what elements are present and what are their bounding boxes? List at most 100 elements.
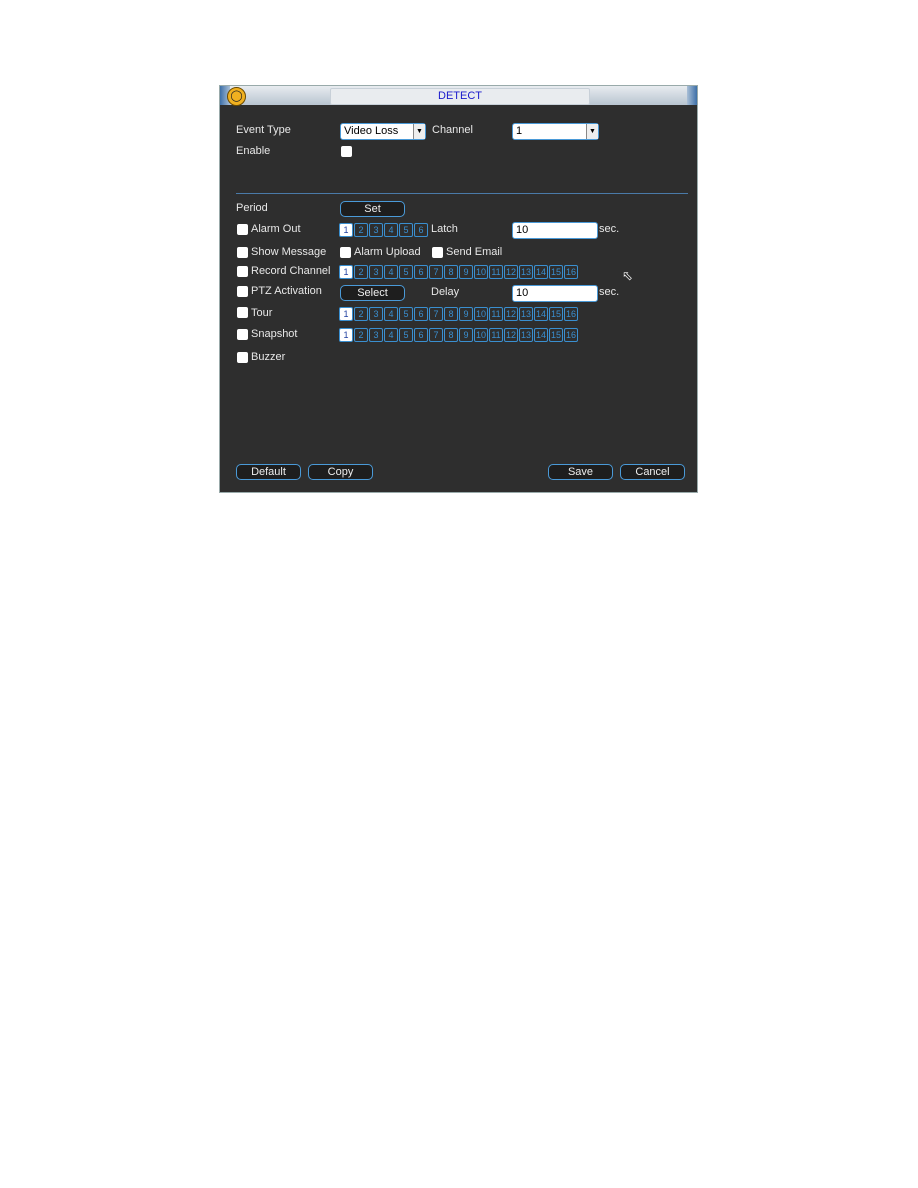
snapshot-checkbox[interactable] bbox=[237, 329, 248, 340]
channel-toggle-8[interactable]: 8 bbox=[444, 265, 458, 279]
cancel-button[interactable]: Cancel bbox=[620, 464, 685, 480]
channel-select[interactable]: 1 ▼ bbox=[512, 123, 599, 140]
channel-toggle-3[interactable]: 3 bbox=[369, 223, 383, 237]
tour-checkbox[interactable] bbox=[237, 307, 248, 318]
channel-toggle-5[interactable]: 5 bbox=[399, 223, 413, 237]
channel-toggle-5[interactable]: 5 bbox=[399, 307, 413, 321]
event-type-select[interactable]: Video Loss ▼ bbox=[340, 123, 426, 140]
channel-label: Channel bbox=[432, 124, 473, 136]
channel-toggle-16[interactable]: 16 bbox=[564, 307, 578, 321]
channel-toggle-6[interactable]: 6 bbox=[414, 265, 428, 279]
send-email-checkbox[interactable] bbox=[432, 247, 443, 258]
alarm-out-channels: 123456 bbox=[339, 223, 428, 237]
channel-toggle-9[interactable]: 9 bbox=[459, 328, 473, 342]
default-button[interactable]: Default bbox=[236, 464, 301, 480]
channel-toggle-2[interactable]: 2 bbox=[354, 223, 368, 237]
copy-button[interactable]: Copy bbox=[308, 464, 373, 480]
channel-toggle-15[interactable]: 15 bbox=[549, 307, 563, 321]
mouse-cursor-icon: ⬁ bbox=[622, 268, 633, 283]
channel-toggle-9[interactable]: 9 bbox=[459, 307, 473, 321]
channel-toggle-13[interactable]: 13 bbox=[519, 307, 533, 321]
channel-toggle-1[interactable]: 1 bbox=[339, 265, 353, 279]
channel-toggle-3[interactable]: 3 bbox=[369, 328, 383, 342]
channel-toggle-3[interactable]: 3 bbox=[369, 307, 383, 321]
send-email-label: Send Email bbox=[446, 246, 503, 258]
channel-toggle-1[interactable]: 1 bbox=[339, 223, 353, 237]
channel-toggle-8[interactable]: 8 bbox=[444, 328, 458, 342]
enable-label: Enable bbox=[236, 145, 271, 157]
record-channel-checkbox[interactable] bbox=[237, 266, 248, 277]
alarm-upload-label: Alarm Upload bbox=[354, 246, 421, 258]
snapshot-channels: 1 2 3 4 5 6 7 8 9 10 11 12 13 14 15 16 bbox=[339, 328, 578, 342]
delay-input[interactable]: 10 bbox=[512, 285, 598, 302]
period-set-button[interactable]: Set bbox=[340, 201, 405, 217]
channel-toggle-10[interactable]: 10 bbox=[474, 328, 488, 342]
channel-toggle-16[interactable]: 16 bbox=[564, 328, 578, 342]
channel-toggle-1[interactable]: 1 bbox=[339, 328, 353, 342]
divider bbox=[236, 193, 688, 194]
chevron-down-icon[interactable]: ▼ bbox=[413, 124, 425, 139]
channel-toggle-2[interactable]: 2 bbox=[354, 328, 368, 342]
channel-toggle-11[interactable]: 11 bbox=[489, 328, 503, 342]
latch-input[interactable]: 10 bbox=[512, 222, 598, 239]
show-message-checkbox[interactable] bbox=[237, 247, 248, 258]
channel-toggle-7[interactable]: 7 bbox=[429, 307, 443, 321]
channel-toggle-16[interactable]: 16 bbox=[564, 265, 578, 279]
channel-toggle-11[interactable]: 11 bbox=[489, 307, 503, 321]
show-message-label: Show Message bbox=[251, 246, 327, 258]
window-title: DETECT bbox=[330, 88, 590, 105]
channel-toggle-4[interactable]: 4 bbox=[384, 265, 398, 279]
channel-toggle-6[interactable]: 6 bbox=[414, 328, 428, 342]
channel-toggle-12[interactable]: 12 bbox=[504, 328, 518, 342]
record-channel-label: Record Channel bbox=[251, 265, 331, 277]
channel-toggle-9[interactable]: 9 bbox=[459, 265, 473, 279]
alarm-upload-checkbox[interactable] bbox=[340, 247, 351, 258]
alarm-out-checkbox[interactable] bbox=[237, 224, 248, 235]
channel-toggle-5[interactable]: 5 bbox=[399, 265, 413, 279]
buzzer-checkbox[interactable] bbox=[237, 352, 248, 363]
channel-toggle-4[interactable]: 4 bbox=[384, 223, 398, 237]
channel-toggle-7[interactable]: 7 bbox=[429, 328, 443, 342]
channel-toggle-4[interactable]: 4 bbox=[384, 328, 398, 342]
channel-toggle-6[interactable]: 6 bbox=[414, 223, 428, 237]
detect-window: ◯ DETECT Event Type Video Loss ▼ Channel … bbox=[219, 85, 698, 493]
ptz-select-button[interactable]: Select bbox=[340, 285, 405, 301]
latch-label: Latch bbox=[431, 223, 458, 235]
channel-toggle-4[interactable]: 4 bbox=[384, 307, 398, 321]
channel-toggle-13[interactable]: 13 bbox=[519, 265, 533, 279]
tour-label: Tour bbox=[251, 307, 273, 319]
channel-toggle-8[interactable]: 8 bbox=[444, 307, 458, 321]
channel-toggle-10[interactable]: 10 bbox=[474, 265, 488, 279]
save-button[interactable]: Save bbox=[548, 464, 613, 480]
channel-toggle-10[interactable]: 10 bbox=[474, 307, 488, 321]
channel-toggle-5[interactable]: 5 bbox=[399, 328, 413, 342]
pedestrian-alarm-icon: ◯ bbox=[227, 87, 246, 106]
channel-toggle-11[interactable]: 11 bbox=[489, 265, 503, 279]
event-type-value: Video Loss bbox=[344, 125, 399, 137]
tour-channels: 1 2 3 4 5 6 7 8 9 10 11 12 13 14 15 16 bbox=[339, 307, 578, 321]
title-bar-right-edge bbox=[687, 86, 697, 105]
ptz-activation-checkbox[interactable] bbox=[237, 286, 248, 297]
channel-value: 1 bbox=[516, 125, 523, 137]
channel-toggle-1[interactable]: 1 bbox=[339, 307, 353, 321]
alarm-out-label: Alarm Out bbox=[251, 223, 301, 235]
channel-toggle-14[interactable]: 14 bbox=[534, 328, 548, 342]
chevron-down-icon[interactable]: ▼ bbox=[586, 124, 598, 139]
channel-toggle-3[interactable]: 3 bbox=[369, 265, 383, 279]
channel-toggle-12[interactable]: 12 bbox=[504, 265, 518, 279]
channel-toggle-6[interactable]: 6 bbox=[414, 307, 428, 321]
latch-unit: sec. bbox=[599, 223, 620, 235]
channel-toggle-15[interactable]: 15 bbox=[549, 328, 563, 342]
channel-toggle-14[interactable]: 14 bbox=[534, 307, 548, 321]
channel-toggle-14[interactable]: 14 bbox=[534, 265, 548, 279]
channel-toggle-13[interactable]: 13 bbox=[519, 328, 533, 342]
period-label: Period bbox=[236, 202, 268, 214]
channel-toggle-2[interactable]: 2 bbox=[354, 265, 368, 279]
record-channel-channels: 1 2 3 4 5 6 7 8 9 10 11 12 13 14 15 16 bbox=[339, 265, 578, 279]
channel-toggle-2[interactable]: 2 bbox=[354, 307, 368, 321]
channel-toggle-7[interactable]: 7 bbox=[429, 265, 443, 279]
channel-toggle-12[interactable]: 12 bbox=[504, 307, 518, 321]
enable-checkbox[interactable] bbox=[341, 146, 352, 157]
channel-toggle-15[interactable]: 15 bbox=[549, 265, 563, 279]
buzzer-label: Buzzer bbox=[251, 351, 286, 363]
